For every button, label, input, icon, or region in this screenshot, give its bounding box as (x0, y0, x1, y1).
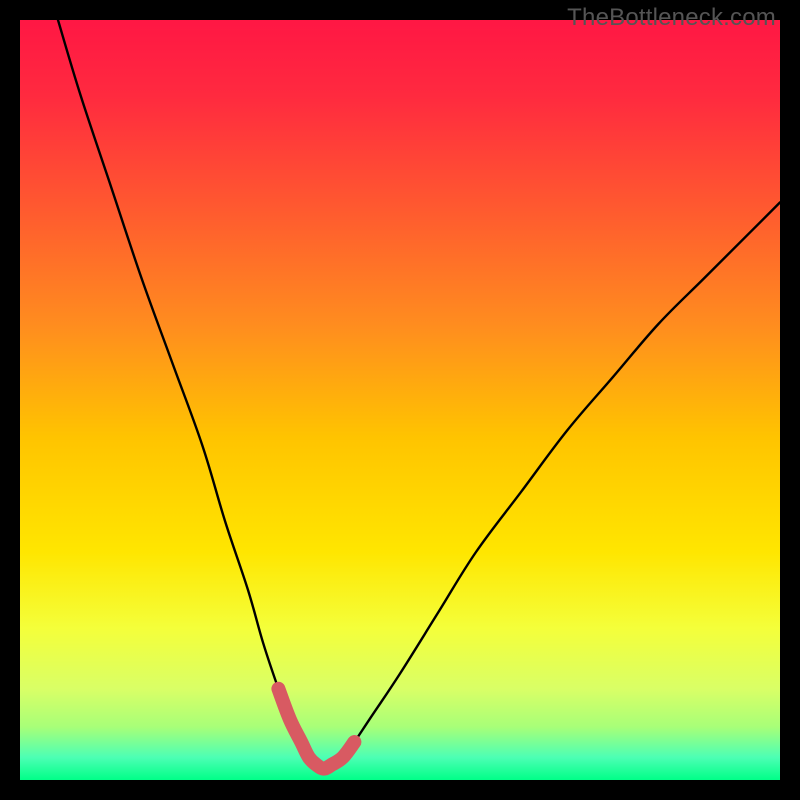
curve-layer (20, 20, 780, 780)
plot-area (20, 20, 780, 780)
watermark-text: TheBottleneck.com (567, 4, 776, 32)
bottleneck-highlight (278, 689, 354, 769)
bottleneck-curve (58, 20, 780, 769)
chart-frame: TheBottleneck.com (0, 0, 800, 800)
